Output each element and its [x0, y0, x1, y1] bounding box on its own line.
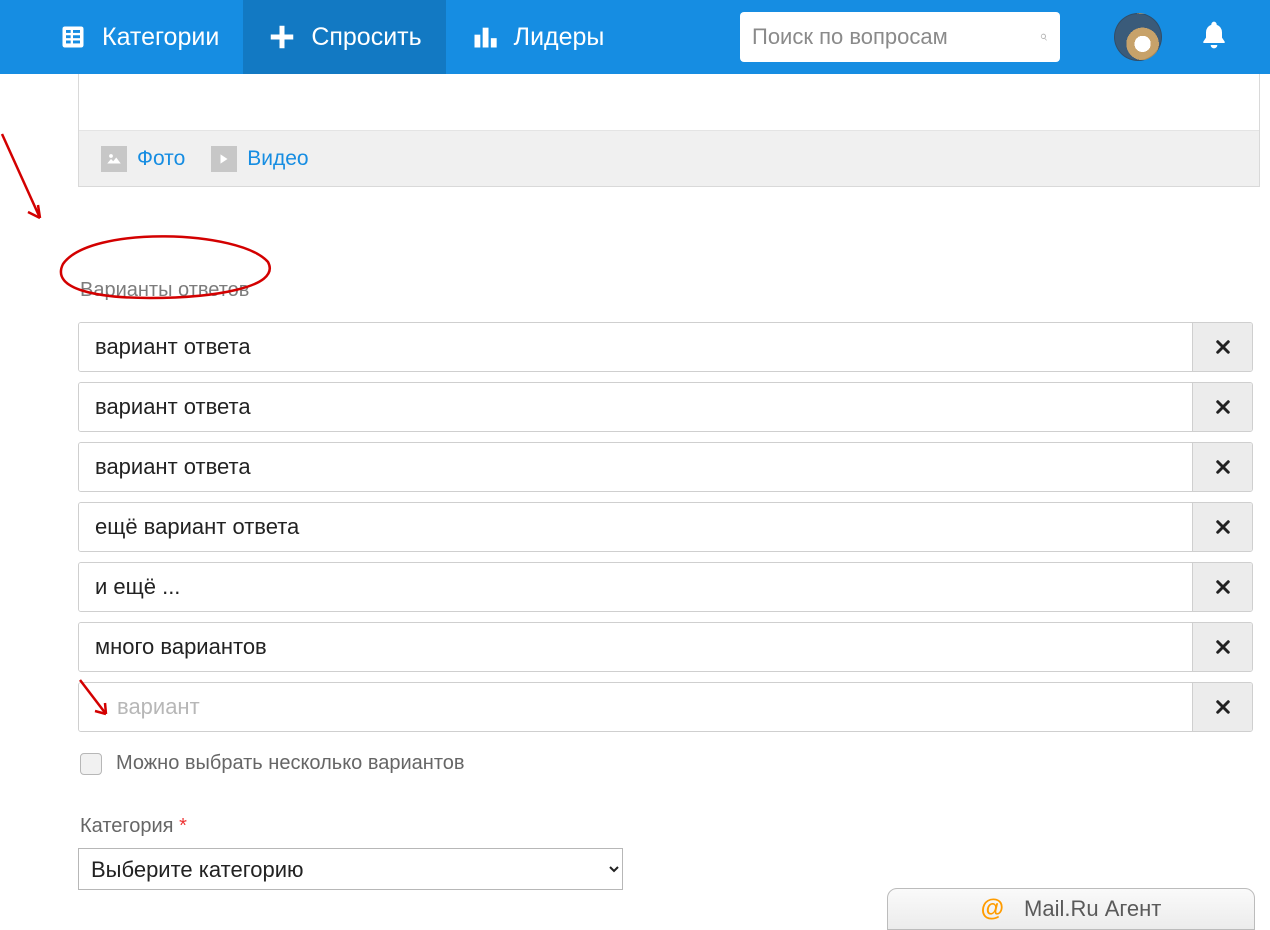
remove-option-button[interactable] [1192, 443, 1252, 491]
at-icon: @ [981, 895, 1004, 923]
content: Фото Видео Варианты ответов [0, 74, 1270, 930]
poll-option-row [78, 562, 1253, 612]
add-photo-label: Фото [137, 147, 185, 171]
nav-ask-label: Спросить [311, 23, 421, 52]
poll-option-row [78, 382, 1253, 432]
search-box[interactable] [740, 12, 1060, 62]
search-input[interactable] [752, 24, 1040, 50]
poll-option-input[interactable] [79, 383, 1192, 431]
poll-option-input-new[interactable] [79, 683, 1192, 731]
poll-option-row [78, 502, 1253, 552]
add-photo-button[interactable]: Фото [93, 146, 193, 172]
poll-option-input[interactable] [79, 623, 1192, 671]
poll-option-row [78, 322, 1253, 372]
nav-leaders-label: Лидеры [514, 23, 605, 52]
poll-option-row-new [78, 682, 1253, 732]
bell-icon[interactable] [1198, 19, 1230, 56]
nav-ask[interactable]: Спросить [243, 0, 445, 74]
agent-title: Mail.Ru Агент [1024, 896, 1161, 922]
leaders-icon [470, 22, 500, 52]
add-video-label: Видео [247, 147, 308, 171]
poll-option-input[interactable] [79, 443, 1192, 491]
video-icon [211, 146, 237, 172]
remove-option-button[interactable] [1192, 383, 1252, 431]
required-marker: * [179, 815, 187, 837]
editor-toolbar: Фото Видео [79, 130, 1259, 186]
poll-options-label: Варианты ответов [80, 279, 1270, 302]
poll-option-row [78, 622, 1253, 672]
search-icon[interactable] [1040, 24, 1048, 50]
avatar[interactable] [1114, 13, 1162, 61]
plus-icon [267, 22, 297, 52]
nav-categories[interactable]: Категории [34, 0, 243, 74]
mail-agent-widget[interactable]: @ Mail.Ru Агент [887, 888, 1255, 930]
editor: Фото Видео [78, 74, 1260, 187]
remove-option-button[interactable] [1192, 503, 1252, 551]
add-video-button[interactable]: Видео [203, 146, 316, 172]
allow-multiple-checkbox[interactable] [80, 753, 102, 775]
top-nav: Категории Спросить Лидеры [0, 0, 1270, 74]
remove-option-button[interactable] [1192, 323, 1252, 371]
poll-option-row [78, 442, 1253, 492]
allow-multiple-row: Можно выбрать несколько вариантов [80, 752, 1270, 775]
allow-multiple-label: Можно выбрать несколько вариантов [116, 752, 465, 775]
category-label: Категория * [80, 815, 1270, 838]
photo-icon [101, 146, 127, 172]
remove-option-button[interactable] [1192, 683, 1252, 731]
search-wrap [722, 0, 1078, 74]
nav-categories-label: Категории [102, 23, 219, 52]
poll-option-input[interactable] [79, 563, 1192, 611]
nav-leaders[interactable]: Лидеры [446, 0, 629, 74]
poll-option-input[interactable] [79, 503, 1192, 551]
categories-icon [58, 22, 88, 52]
remove-option-button[interactable] [1192, 563, 1252, 611]
poll-option-input[interactable] [79, 323, 1192, 371]
category-select[interactable]: Выберите категорию [78, 848, 623, 890]
editor-body[interactable] [79, 74, 1259, 130]
remove-option-button[interactable] [1192, 623, 1252, 671]
